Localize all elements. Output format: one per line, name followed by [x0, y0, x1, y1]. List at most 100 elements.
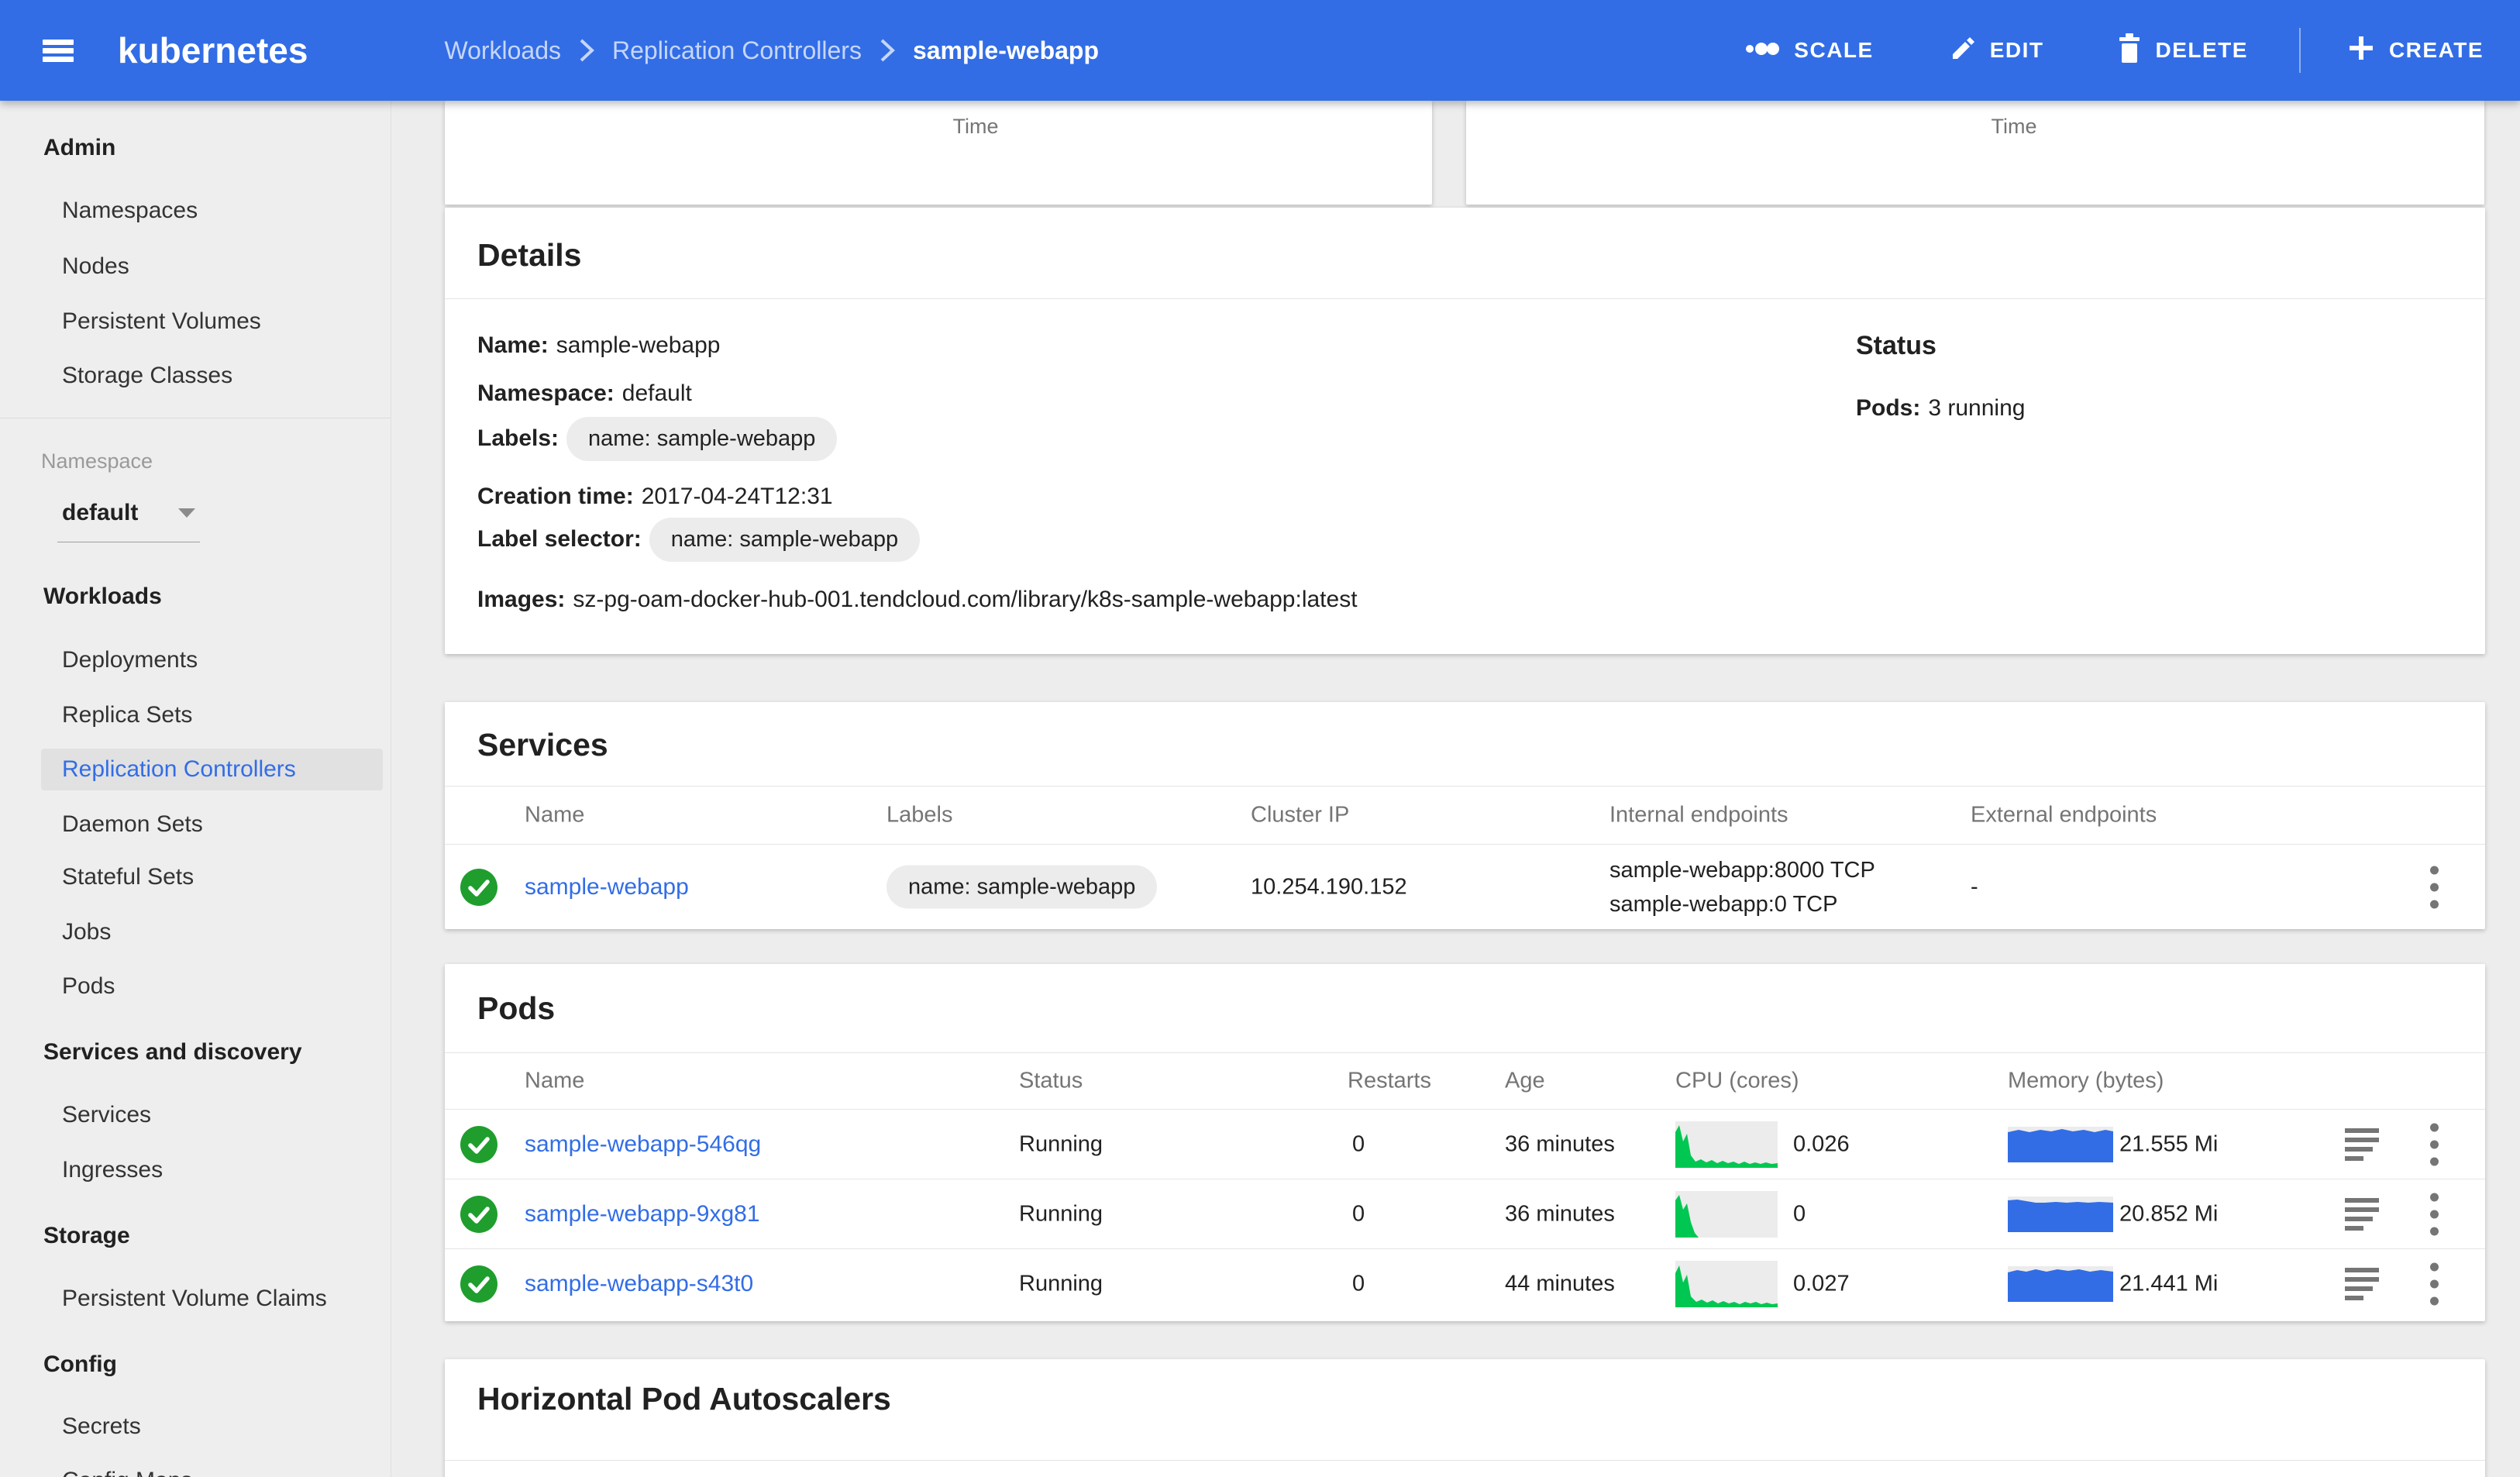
services-header-row: Name Labels Cluster IP Internal endpoint… — [445, 786, 2485, 844]
pods-card: Pods Name Status Restarts Age CPU (cores… — [445, 964, 2485, 1321]
cpu-usage-chart-card: Time — [445, 101, 1432, 205]
details-title: Details — [477, 237, 581, 274]
service-name-link[interactable]: sample-webapp — [525, 874, 689, 900]
sidebar-item-daemon-sets[interactable]: Daemon Sets — [62, 811, 203, 838]
sidebar-item-config-maps[interactable]: Config Maps — [62, 1467, 192, 1477]
pod-age: 44 minutes — [1505, 1271, 1615, 1296]
pod-age: 36 minutes — [1505, 1201, 1615, 1227]
caret-down-icon[interactable] — [178, 508, 195, 518]
sidebar-item-stateful-sets[interactable]: Stateful Sets — [62, 863, 194, 891]
sidebar-item-jobs[interactable]: Jobs — [62, 918, 111, 946]
sidebar-section-services-discovery: Services and discovery — [43, 1038, 302, 1066]
detail-row-creation-time: Creation time: 2017-04-24T12:31 — [477, 481, 833, 512]
sidebar-item-nodes[interactable]: Nodes — [62, 253, 129, 281]
sidebar-item-services[interactable]: Services — [62, 1101, 151, 1129]
sidebar-section-admin: Admin — [43, 134, 115, 162]
pod-name-link[interactable]: sample-webapp-9xg81 — [525, 1201, 760, 1227]
chevron-right-icon — [879, 36, 896, 64]
col-header-cpu: CPU (cores) — [1675, 1068, 1799, 1093]
sidebar-item-pods[interactable]: Pods — [62, 973, 115, 1000]
pod-restarts: 0 — [1352, 1201, 1365, 1227]
plus-icon — [2347, 34, 2375, 67]
row-menu-icon[interactable] — [2430, 1123, 2439, 1165]
app-bar: kubernetes Workloads Replication Control… — [0, 0, 2520, 101]
app-logo[interactable]: kubernetes — [118, 29, 308, 71]
sidebar-item-ingresses[interactable]: Ingresses — [62, 1156, 163, 1184]
logs-icon[interactable] — [2345, 1268, 2379, 1300]
breadcrumb: Workloads Replication Controllers sample… — [444, 36, 1099, 65]
pod-status: Running — [1019, 1271, 1103, 1296]
memory-bar-chart — [2008, 1266, 2113, 1302]
namespace-select[interactable]: default — [62, 499, 138, 527]
pods-title: Pods — [477, 990, 555, 1027]
pod-name-link[interactable]: sample-webapp-546qg — [525, 1131, 761, 1158]
pod-status: Running — [1019, 1201, 1103, 1227]
services-title: Services — [477, 727, 608, 763]
pod-restarts: 0 — [1352, 1131, 1365, 1157]
menu-icon[interactable] — [43, 40, 74, 62]
memory-bar-chart — [2008, 1127, 2113, 1162]
detail-row-name: Name: sample-webapp — [477, 330, 721, 361]
sidebar-nav: Admin Namespaces Nodes Persistent Volume… — [0, 101, 391, 1477]
breadcrumb-current: sample-webapp — [913, 36, 1099, 65]
col-header-cluster-ip: Cluster IP — [1251, 802, 1349, 828]
pod-row: sample-webapp-546qg Running 0 36 minutes… — [445, 1109, 2485, 1179]
check-circle-icon — [460, 1265, 497, 1303]
sidebar-item-deployments[interactable]: Deployments — [62, 646, 198, 674]
col-header-internal-endpoints: Internal endpoints — [1609, 802, 1788, 828]
row-menu-icon[interactable] — [2430, 1193, 2439, 1235]
sidebar-item-namespaces[interactable]: Namespaces — [62, 197, 198, 225]
pod-restarts: 0 — [1352, 1271, 1365, 1296]
sidebar-section-config: Config — [43, 1351, 117, 1379]
detail-row-label-selector: Label selector: name: sample-webapp — [477, 524, 920, 555]
col-header-name: Name — [525, 802, 584, 828]
card-divider — [445, 298, 2485, 299]
breadcrumb-replication-controllers[interactable]: Replication Controllers — [612, 36, 862, 65]
scale-icon — [1744, 38, 1780, 63]
logs-icon[interactable] — [2345, 1128, 2379, 1161]
memory-usage-chart-card: Time — [1466, 101, 2484, 205]
detail-row-namespace: Namespace: default — [477, 378, 692, 409]
hpa-title: Horizontal Pod Autoscalers — [477, 1381, 891, 1417]
pod-memory-value: 21.555 Mi — [2119, 1131, 2218, 1157]
status-section-title: Status — [1856, 330, 1936, 361]
pod-name-link[interactable]: sample-webapp-s43t0 — [525, 1271, 753, 1297]
toolbar-actions: SCALE EDIT DELETE CREATE — [1744, 28, 2484, 73]
chevron-right-icon — [578, 36, 595, 64]
create-button[interactable]: CREATE — [2347, 34, 2484, 67]
breadcrumb-workloads[interactable]: Workloads — [444, 36, 561, 65]
pod-status: Running — [1019, 1131, 1103, 1157]
pod-cpu-value: 0 — [1793, 1201, 1806, 1227]
delete-button[interactable]: DELETE — [2118, 33, 2247, 68]
logs-icon[interactable] — [2345, 1198, 2379, 1231]
sidebar-item-persistent-volumes[interactable]: Persistent Volumes — [62, 308, 261, 336]
service-labels-cell: name: sample-webapp — [886, 874, 1157, 900]
sidebar-item-persistent-volume-claims[interactable]: Persistent Volume Claims — [62, 1285, 327, 1313]
pod-cpu-value: 0.026 — [1793, 1131, 1850, 1157]
service-external-endpoints: - — [1971, 874, 1978, 900]
col-header-memory: Memory (bytes) — [2008, 1068, 2164, 1093]
pod-cpu-value: 0.027 — [1793, 1271, 1850, 1296]
scale-button[interactable]: SCALE — [1744, 38, 1873, 63]
label-selector-chip: name: sample-webapp — [649, 518, 920, 562]
detail-row-images: Images: sz-pg-oam-docker-hub-001.tendclo… — [477, 584, 1358, 615]
sidebar-item-replication-controllers[interactable]: Replication Controllers — [62, 756, 296, 783]
chart-x-axis-label: Time — [482, 115, 1469, 139]
sidebar-item-secrets[interactable]: Secrets — [62, 1413, 141, 1441]
pod-row: sample-webapp-9xg81 Running 0 36 minutes… — [445, 1179, 2485, 1248]
details-card: Details Name: sample-webapp Namespace: d… — [445, 208, 2485, 654]
row-menu-icon[interactable] — [2430, 866, 2439, 908]
service-row: sample-webapp name: sample-webapp 10.254… — [445, 844, 2485, 929]
service-cluster-ip: 10.254.190.152 — [1251, 874, 1407, 900]
col-header-age: Age — [1505, 1068, 1545, 1093]
col-header-restarts: Restarts — [1348, 1068, 1431, 1093]
col-header-external-endpoints: External endpoints — [1971, 802, 2157, 828]
check-circle-icon — [460, 1126, 497, 1163]
cpu-sparkline-chart — [1675, 1261, 1778, 1307]
status-pods-line: Pods: 3 running — [1856, 393, 2025, 424]
service-label-chip: name: sample-webapp — [886, 865, 1157, 908]
sidebar-item-storage-classes[interactable]: Storage Classes — [62, 362, 232, 390]
sidebar-item-replica-sets[interactable]: Replica Sets — [62, 701, 192, 729]
row-menu-icon[interactable] — [2430, 1262, 2439, 1305]
edit-button[interactable]: EDIT — [1948, 34, 2044, 67]
